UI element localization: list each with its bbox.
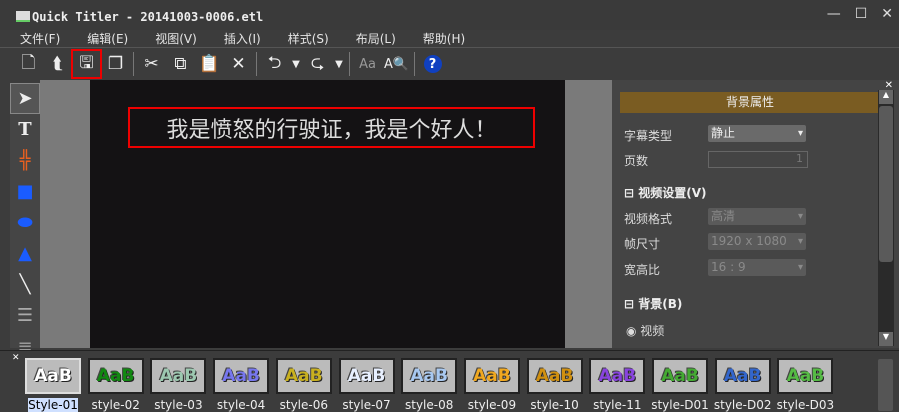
style-thumbnail[interactable]: AaB: [275, 358, 332, 394]
style-sample-text: AaB: [410, 366, 448, 386]
menu-edit[interactable]: 编辑(E): [87, 30, 128, 47]
style-sample-text: AaB: [598, 366, 637, 386]
scroll-thumb[interactable]: [879, 106, 893, 262]
style-sample-text: AaB: [285, 366, 323, 386]
panel-title: 背景属性: [620, 92, 880, 113]
find-text-icon[interactable]: A🔍: [382, 50, 411, 78]
workspace-margin: [565, 80, 612, 348]
collapse-icon[interactable]: ⊟: [624, 186, 638, 200]
video-format-label: 视频格式: [624, 212, 673, 226]
aspect-ratio-select[interactable]: 16 : 9: [708, 259, 806, 276]
text-tool-icon[interactable]: T: [10, 114, 40, 145]
scroll-up-icon[interactable]: ▲: [879, 90, 893, 104]
text-style-icon[interactable]: Aa: [353, 50, 382, 78]
redo-dropdown-icon[interactable]: ▼: [332, 50, 346, 78]
caption-type-select[interactable]: 静止: [708, 125, 806, 142]
style-thumbnail[interactable]: AaB: [25, 358, 81, 394]
caption-type-label: 字幕类型: [624, 129, 673, 143]
pages-input[interactable]: 1: [708, 151, 808, 168]
toolbar: 🗋 ⮬ 🖫 ❐ ✂ ⧉ 📋 ✕ ⮌ ▼ ⮎ ▼ Aa A🔍 ?: [0, 47, 899, 80]
redo-icon[interactable]: ⮎: [303, 50, 332, 78]
menu-help[interactable]: 帮助(H): [423, 30, 465, 47]
undo-icon[interactable]: ⮌: [260, 50, 289, 78]
delete-icon[interactable]: ✕: [224, 50, 253, 78]
pointer-icon[interactable]: ➤: [10, 83, 40, 114]
style-sample-text: AaB: [347, 366, 386, 386]
title-bar: Quick Titler - 20141003-0006.etl — ☐ ✕: [0, 0, 899, 30]
workspace-margin: [40, 80, 90, 348]
style-sample-text: AaB: [159, 366, 198, 386]
style-sample-text: AaB: [786, 366, 825, 386]
menu-style[interactable]: 样式(S): [288, 30, 329, 47]
style-thumbnail[interactable]: AaB: [338, 358, 395, 394]
close-button[interactable]: ✕: [881, 6, 893, 22]
menu-bar: 文件(F) 编辑(E) 视图(V) 插入(I) 样式(S) 布局(L) 帮助(H…: [0, 30, 899, 47]
style-thumbnail[interactable]: AaB: [463, 358, 520, 394]
ellipse-tool-icon[interactable]: ⬬: [10, 207, 40, 238]
line-tool-icon[interactable]: ╲: [10, 269, 40, 300]
style-sample-text: AaB: [473, 366, 511, 386]
style-thumbnail[interactable]: AaB: [589, 358, 646, 394]
tools-panel: ➤ T ╬ ■ ⬬ ▲ ╲ ☰ ≡: [10, 83, 40, 357]
cut-icon[interactable]: ✂: [137, 50, 166, 78]
open-icon[interactable]: ⮬: [43, 50, 72, 78]
background-header[interactable]: 背景(B): [638, 297, 682, 311]
style-thumbnail[interactable]: AaB: [213, 358, 270, 394]
properties-panel: ✕ 背景属性 字幕类型 静止 页数 1 ⊟ 视频设置(V) 视频格式 高清 帧尺…: [612, 80, 899, 348]
frame-size-label: 帧尺寸: [624, 237, 661, 251]
separator: [414, 52, 415, 76]
style-sample-text: AaB: [96, 366, 135, 386]
maximize-button[interactable]: ☐: [855, 6, 868, 22]
style-thumbnail[interactable]: AaB: [87, 358, 144, 394]
menu-insert[interactable]: 插入(I): [224, 30, 261, 47]
radio-video-label: 视频: [640, 324, 665, 338]
style-sample-text: AaB: [34, 366, 72, 386]
rectangle-tool-icon[interactable]: ■: [10, 176, 40, 207]
video-format-select[interactable]: 高清: [708, 208, 806, 225]
style-gallery: ✕ AaB Style-01 AaB style-02 AaB style-03 AaB st…: [0, 350, 899, 412]
style-thumbnail[interactable]: AaB: [652, 358, 708, 394]
separator: [256, 52, 257, 76]
panel-scrollbar[interactable]: ▲ ▼: [878, 90, 894, 346]
gallery-close-icon[interactable]: ✕: [12, 353, 20, 363]
menu-layout[interactable]: 布局(L): [356, 30, 396, 47]
undo-dropdown-icon[interactable]: ▼: [289, 50, 303, 78]
style-thumbnail[interactable]: AaB: [401, 358, 458, 394]
style-thumbnail[interactable]: AaB: [714, 358, 771, 394]
style-sample-text: AaB: [723, 366, 762, 386]
help-icon[interactable]: ?: [418, 50, 447, 78]
style-sample-text: AaB: [661, 366, 699, 386]
minimize-button[interactable]: —: [827, 6, 841, 22]
aspect-ratio-label: 宽高比: [624, 263, 661, 277]
style-sample-text: AaB: [535, 366, 574, 386]
menu-view[interactable]: 视图(V): [155, 30, 197, 47]
save-icon[interactable]: 🖫: [71, 49, 102, 79]
video-settings-header[interactable]: 视频设置(V): [638, 186, 706, 200]
app-icon: [16, 11, 30, 22]
frame-size-select[interactable]: 1920 x 1080: [708, 233, 806, 250]
scroll-down-icon[interactable]: ▼: [879, 332, 893, 346]
pages-label: 页数: [624, 154, 649, 168]
align-tool-icon[interactable]: ☰: [10, 300, 40, 331]
menu-file[interactable]: 文件(F): [20, 30, 60, 47]
window-title: Quick Titler - 20141003-0006.etl: [32, 10, 264, 24]
separator: [133, 52, 134, 76]
save-as-icon[interactable]: ❐: [101, 50, 130, 78]
gallery-scrollbar[interactable]: [878, 359, 893, 411]
paste-icon[interactable]: 📋: [195, 50, 224, 78]
triangle-tool-icon[interactable]: ▲: [10, 238, 40, 269]
caption-text[interactable]: 我是愤怒的行驶证，我是个好人！: [128, 107, 535, 148]
separator: [349, 52, 350, 76]
new-icon[interactable]: 🗋: [14, 50, 43, 78]
collapse-icon[interactable]: ⊟: [624, 297, 638, 311]
style-thumbnail[interactable]: AaB: [777, 358, 834, 394]
copy-icon[interactable]: ⧉: [166, 50, 195, 78]
style-thumbnail[interactable]: AaB: [526, 358, 583, 394]
style-thumbnail[interactable]: AaB: [150, 358, 207, 394]
radio-video[interactable]: ◉: [626, 324, 640, 338]
crop-tool-icon[interactable]: ╬: [10, 145, 40, 176]
style-sample-text: AaB: [222, 366, 260, 386]
